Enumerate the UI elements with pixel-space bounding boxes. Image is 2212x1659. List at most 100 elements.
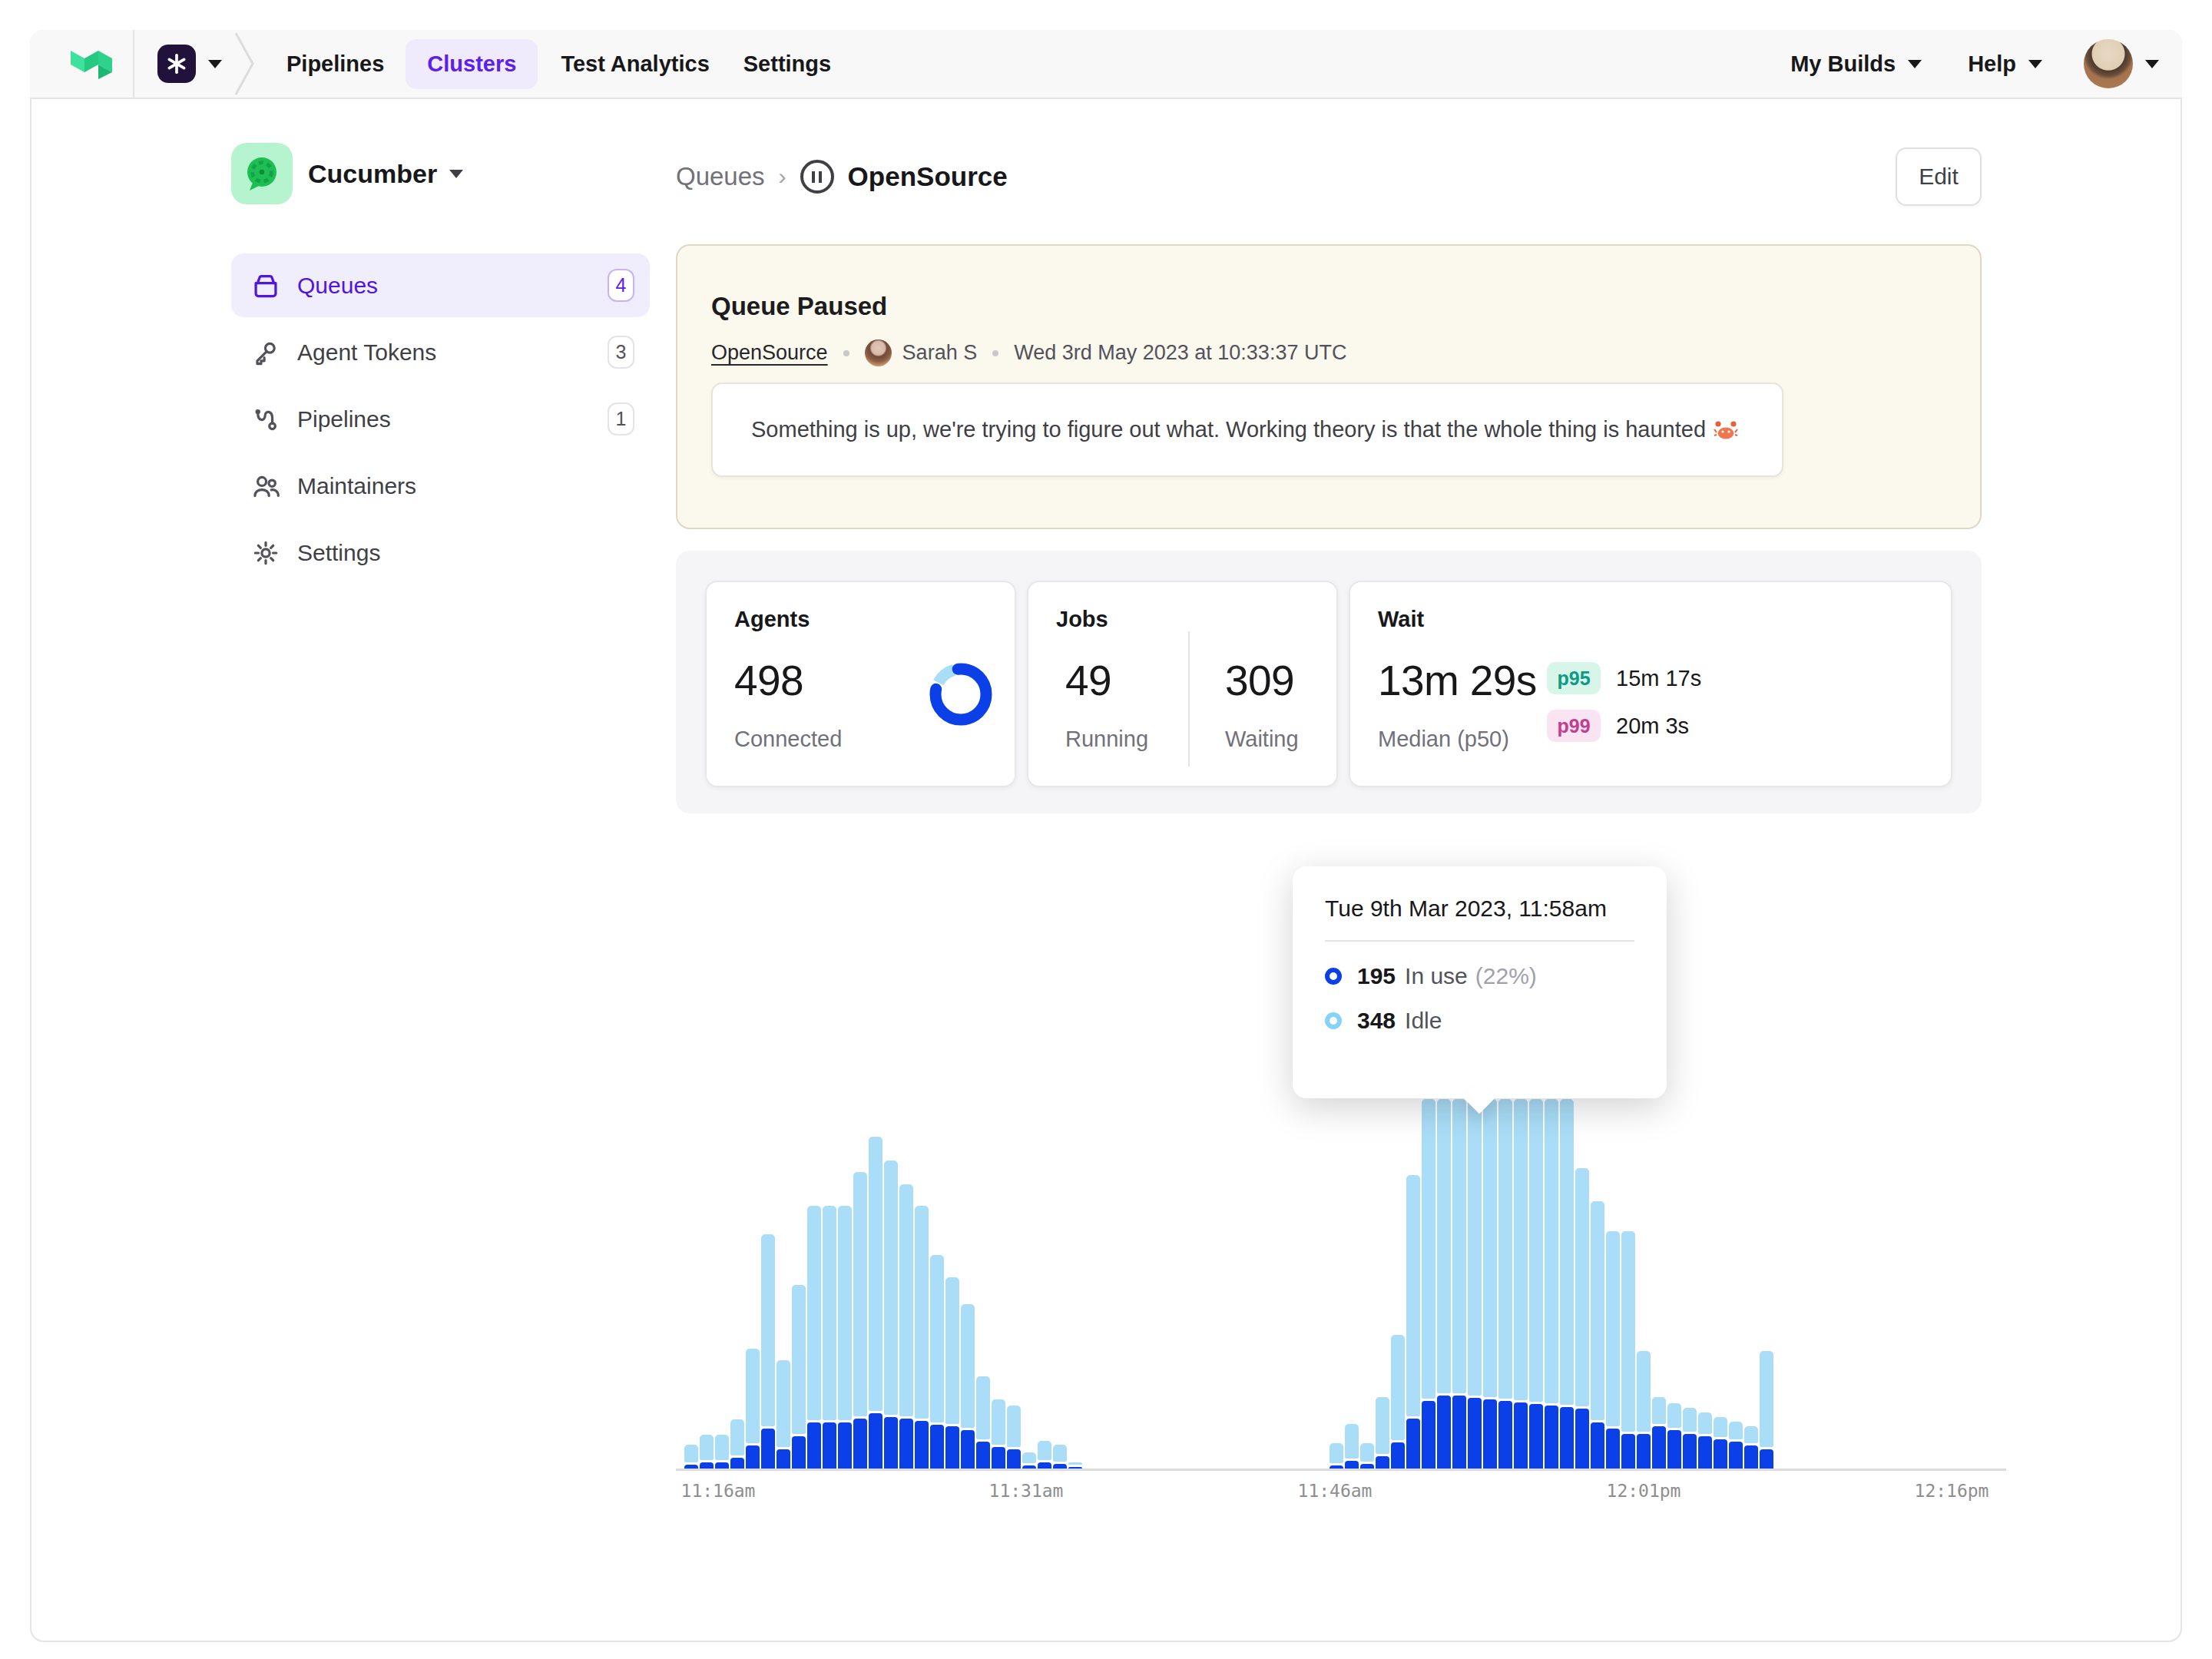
chart-bar[interactable]	[945, 1277, 959, 1469]
buildkite-logo[interactable]	[70, 48, 113, 79]
chart-bar[interactable]	[1007, 1406, 1021, 1469]
chart-bar[interactable]	[1760, 1351, 1773, 1469]
chart-bar[interactable]	[1729, 1422, 1743, 1469]
chart-bar[interactable]	[823, 1206, 836, 1469]
chart-bar[interactable]	[1391, 1335, 1405, 1469]
chart-bar[interactable]	[1652, 1397, 1666, 1469]
chart-bar[interactable]	[1498, 1099, 1512, 1469]
p95-value: 15m 17s	[1616, 666, 1701, 691]
dot-separator	[843, 350, 849, 356]
chart-bar[interactable]	[1330, 1443, 1343, 1469]
chart-bar[interactable]	[915, 1206, 929, 1469]
user-menu-caret-icon[interactable]	[2145, 60, 2159, 68]
org-switcher-button[interactable]	[157, 45, 196, 83]
sidebar-item-label: Agent Tokens	[297, 339, 436, 366]
chart-bar[interactable]	[1744, 1426, 1758, 1469]
sidebar-item-maintainers[interactable]: Maintainers	[231, 454, 650, 518]
chart-bar[interactable]	[1022, 1452, 1036, 1469]
chart-bar[interactable]	[1053, 1445, 1067, 1469]
chart-bar[interactable]	[684, 1445, 698, 1469]
chart-bar[interactable]	[761, 1234, 775, 1469]
paused-note: Something is up, we're trying to figure …	[711, 382, 1783, 477]
chart-bar[interactable]	[1560, 1099, 1574, 1469]
sidebar-item-agent-tokens[interactable]: Agent Tokens 3	[231, 320, 650, 384]
chart-bar[interactable]	[838, 1206, 852, 1469]
chart-bar[interactable]	[746, 1349, 760, 1469]
chart-bar[interactable]	[1545, 1099, 1558, 1469]
chart-bar[interactable]	[700, 1435, 714, 1469]
chart-bar[interactable]	[1422, 1099, 1435, 1469]
queue-link[interactable]: OpenSource	[711, 341, 828, 365]
chart-bar[interactable]	[899, 1184, 913, 1469]
chart-bar[interactable]	[884, 1161, 898, 1469]
nav-test-analytics[interactable]: Test Analytics	[561, 51, 709, 77]
chart-bar[interactable]	[777, 1360, 790, 1469]
chart-bar[interactable]	[1038, 1441, 1051, 1469]
chart-bar[interactable]	[715, 1435, 729, 1469]
nav-pipelines[interactable]: Pipelines	[286, 51, 384, 77]
agents-card: Agents 498 Connected	[705, 581, 1016, 787]
chart-bar[interactable]	[1698, 1412, 1712, 1469]
x-tick: 12:16pm	[1915, 1481, 1989, 1501]
chart-bar[interactable]	[1468, 1099, 1482, 1469]
nav-help[interactable]: Help	[1968, 51, 2016, 77]
my-builds-caret-icon[interactable]	[1908, 60, 1922, 68]
author-avatar	[865, 339, 892, 366]
nav-settings[interactable]: Settings	[743, 51, 831, 77]
chart-bar[interactable]	[961, 1304, 975, 1469]
chart-bar[interactable]	[1529, 1099, 1543, 1469]
chart-bar[interactable]	[1591, 1201, 1604, 1469]
chart-bar[interactable]	[1575, 1168, 1589, 1469]
in-use-value: 195	[1357, 963, 1396, 989]
chart-bar[interactable]	[1514, 1099, 1528, 1469]
chart-bar[interactable]	[1376, 1397, 1389, 1469]
chart-bar[interactable]	[1068, 1462, 1082, 1469]
sidebar-item-pipelines[interactable]: Pipelines 1	[231, 387, 650, 451]
chart-bar[interactable]	[1360, 1443, 1374, 1469]
user-avatar[interactable]	[2084, 39, 2133, 88]
chart-bar[interactable]	[792, 1285, 806, 1469]
chart-bar[interactable]	[930, 1255, 944, 1469]
idle-value: 348	[1357, 1008, 1396, 1034]
nav-clusters[interactable]: Clusters	[406, 39, 538, 89]
chart-bar[interactable]	[1345, 1424, 1359, 1469]
pause-icon	[800, 160, 834, 194]
chart-tooltip: Tue 9th Mar 2023, 11:58am 195 In use (22…	[1293, 866, 1667, 1098]
edit-button[interactable]: Edit	[1896, 147, 1982, 206]
jobs-waiting-label: Waiting	[1225, 727, 1299, 752]
sidebar-item-queues[interactable]: Queues 4	[231, 253, 650, 317]
chart-bar[interactable]	[730, 1419, 744, 1469]
author-name: Sarah S	[902, 341, 978, 365]
help-caret-icon[interactable]	[2028, 60, 2042, 68]
jobs-waiting-value: 309	[1225, 656, 1299, 705]
chart-bar[interactable]	[1483, 1099, 1497, 1469]
chart-bar[interactable]	[1683, 1408, 1697, 1469]
p99-badge: p99	[1547, 710, 1601, 742]
breadcrumb-queues[interactable]: Queues	[676, 162, 765, 191]
chart-bar[interactable]	[992, 1399, 1005, 1469]
nav-my-builds[interactable]: My Builds	[1790, 51, 1896, 77]
jobs-divider	[1188, 631, 1190, 767]
sidebar-item-settings[interactable]: Settings	[231, 521, 650, 584]
chart-bar[interactable]	[1452, 1099, 1466, 1469]
chart-bar[interactable]	[1606, 1231, 1620, 1469]
chart-bar[interactable]	[1621, 1231, 1635, 1469]
tooltip-title: Tue 9th Mar 2023, 11:58am	[1325, 896, 1634, 922]
chart-bar[interactable]	[853, 1172, 867, 1469]
breadcrumb: Queues › OpenSource	[676, 147, 1008, 206]
chart-bar[interactable]	[1437, 1099, 1451, 1469]
chart-bar[interactable]	[1637, 1351, 1651, 1469]
chart-bar[interactable]	[976, 1376, 990, 1469]
cluster-caret-icon[interactable]	[449, 170, 463, 178]
chart-bar[interactable]	[1667, 1403, 1681, 1469]
org-caret-icon[interactable]	[208, 60, 222, 68]
wait-title: Wait	[1378, 607, 1424, 632]
cluster-header[interactable]: Cucumber	[231, 143, 463, 204]
chart-bar[interactable]	[1406, 1175, 1420, 1469]
sidebar-item-label: Pipelines	[297, 406, 391, 432]
chart-bar[interactable]	[869, 1137, 882, 1469]
idle-marker-icon	[1325, 1012, 1342, 1029]
chart-bar[interactable]	[807, 1206, 821, 1469]
paused-title: Queue Paused	[711, 292, 887, 321]
chart-bar[interactable]	[1714, 1417, 1727, 1469]
